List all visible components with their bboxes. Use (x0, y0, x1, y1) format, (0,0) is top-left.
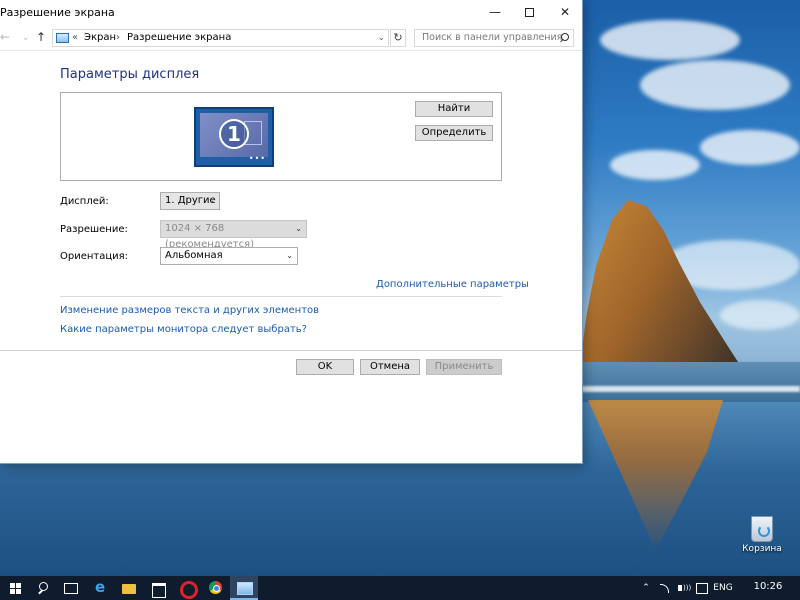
recycle-bin-label: Корзина (742, 544, 782, 554)
sea (580, 362, 800, 402)
page-title: Параметры дисплея (60, 67, 200, 82)
orientation-value: Альбомная (165, 250, 223, 261)
breadcrumb-overflow[interactable]: « (72, 32, 78, 43)
search-placeholder: Поиск в панели управления (422, 32, 563, 43)
window-title: Разрешение экрана (0, 6, 115, 19)
screen-resolution-window: Разрешение экрана — ✕ ← ⌄ ↑ « Экран › Ра… (0, 0, 583, 464)
chevron-down-icon: ⌄ (286, 251, 293, 260)
divider (60, 296, 502, 297)
breadcrumb-separator[interactable]: › (116, 32, 120, 43)
advanced-settings-link[interactable]: Дополнительные параметры (376, 279, 529, 290)
minimize-button[interactable]: — (478, 0, 512, 25)
monitor-icon[interactable]: 1 ••• (194, 107, 274, 167)
chevron-down-icon: ⌄ (208, 196, 215, 205)
task-view-icon[interactable] (57, 576, 85, 600)
monitor-screen: 1 (200, 113, 268, 157)
address-bar[interactable]: « Экран › Разрешение экрана ⌄ (52, 29, 389, 47)
cloud (700, 130, 800, 165)
search-icon[interactable] (559, 32, 569, 44)
network-icon[interactable] (658, 576, 672, 600)
display-preview: 1 ••• Найти Определить (60, 92, 502, 181)
monitor-help-link[interactable]: Какие параметры монитора следует выбрать… (60, 324, 307, 335)
back-arrow-icon[interactable]: ← (0, 30, 10, 44)
file-explorer-icon[interactable] (115, 576, 143, 600)
taskbar-search-icon[interactable] (30, 576, 58, 600)
chevron-down-icon: ⌄ (295, 224, 302, 233)
clock[interactable]: 10:26 (750, 576, 786, 600)
breadcrumb-screen[interactable]: Экран (84, 32, 116, 43)
surf (580, 386, 800, 392)
refresh-button[interactable]: ↻ (390, 29, 406, 47)
breadcrumb-resolution[interactable]: Разрешение экрана (127, 32, 231, 43)
divider (0, 350, 582, 351)
store-icon[interactable] (144, 576, 172, 600)
monitor-dots: ••• (248, 154, 266, 163)
close-button[interactable]: ✕ (548, 0, 582, 25)
monitor-number: 1 (219, 119, 249, 149)
chrome-icon[interactable] (201, 576, 229, 600)
cancel-button[interactable]: Отмена (360, 359, 420, 375)
cloud (720, 300, 800, 330)
find-button[interactable]: Найти (415, 101, 493, 117)
volume-icon[interactable] (676, 576, 691, 600)
recycle-bin-shortcut[interactable]: Корзина (740, 516, 784, 554)
recycle-bin-icon (751, 516, 773, 542)
display-label: Дисплей: (60, 196, 109, 207)
tray-overflow-icon[interactable]: ⌃ (640, 576, 652, 600)
orientation-select[interactable]: Альбомная ⌄ (160, 247, 298, 265)
text-size-link[interactable]: Изменение размеров текста и других элеме… (60, 305, 319, 316)
orientation-label: Ориентация: (60, 251, 129, 262)
recent-dropdown-icon[interactable]: ⌄ (22, 33, 30, 43)
cloud (640, 60, 790, 110)
apply-button: Применить (426, 359, 502, 375)
cloud (600, 20, 740, 60)
up-arrow-icon[interactable]: ↑ (36, 30, 46, 44)
opera-icon[interactable] (172, 576, 200, 600)
display-select[interactable]: 1. Другие ⌄ (160, 192, 220, 210)
resolution-value: 1024 × 768 (рекомендуется) (165, 223, 255, 250)
resolution-select: 1024 × 768 (рекомендуется) ⌄ (160, 220, 307, 250)
ok-button[interactable]: OK (296, 359, 354, 375)
detect-button[interactable]: Определить (415, 125, 493, 141)
language-indicator[interactable]: ENG (712, 576, 734, 600)
navigation-bar: ← ⌄ ↑ « Экран › Разрешение экрана ⌄ ↻ По… (0, 25, 582, 51)
control-panel-icon (56, 33, 69, 43)
control-panel-taskbar-icon[interactable] (230, 576, 258, 600)
taskbar: ⌃ ENG 10:26 (0, 576, 800, 600)
maximize-button[interactable] (512, 0, 546, 25)
rock-reflection (588, 400, 723, 550)
maximize-icon (524, 8, 534, 17)
search-input[interactable]: Поиск в панели управления (414, 29, 574, 47)
cloud (610, 150, 700, 180)
title-bar[interactable]: Разрешение экрана — ✕ (0, 0, 582, 25)
chevron-down-icon[interactable]: ⌄ (377, 33, 385, 43)
action-center-icon[interactable] (694, 576, 708, 600)
resolution-label: Разрешение: (60, 224, 128, 235)
windows-logo-icon (10, 583, 15, 588)
edge-icon[interactable] (87, 576, 115, 600)
